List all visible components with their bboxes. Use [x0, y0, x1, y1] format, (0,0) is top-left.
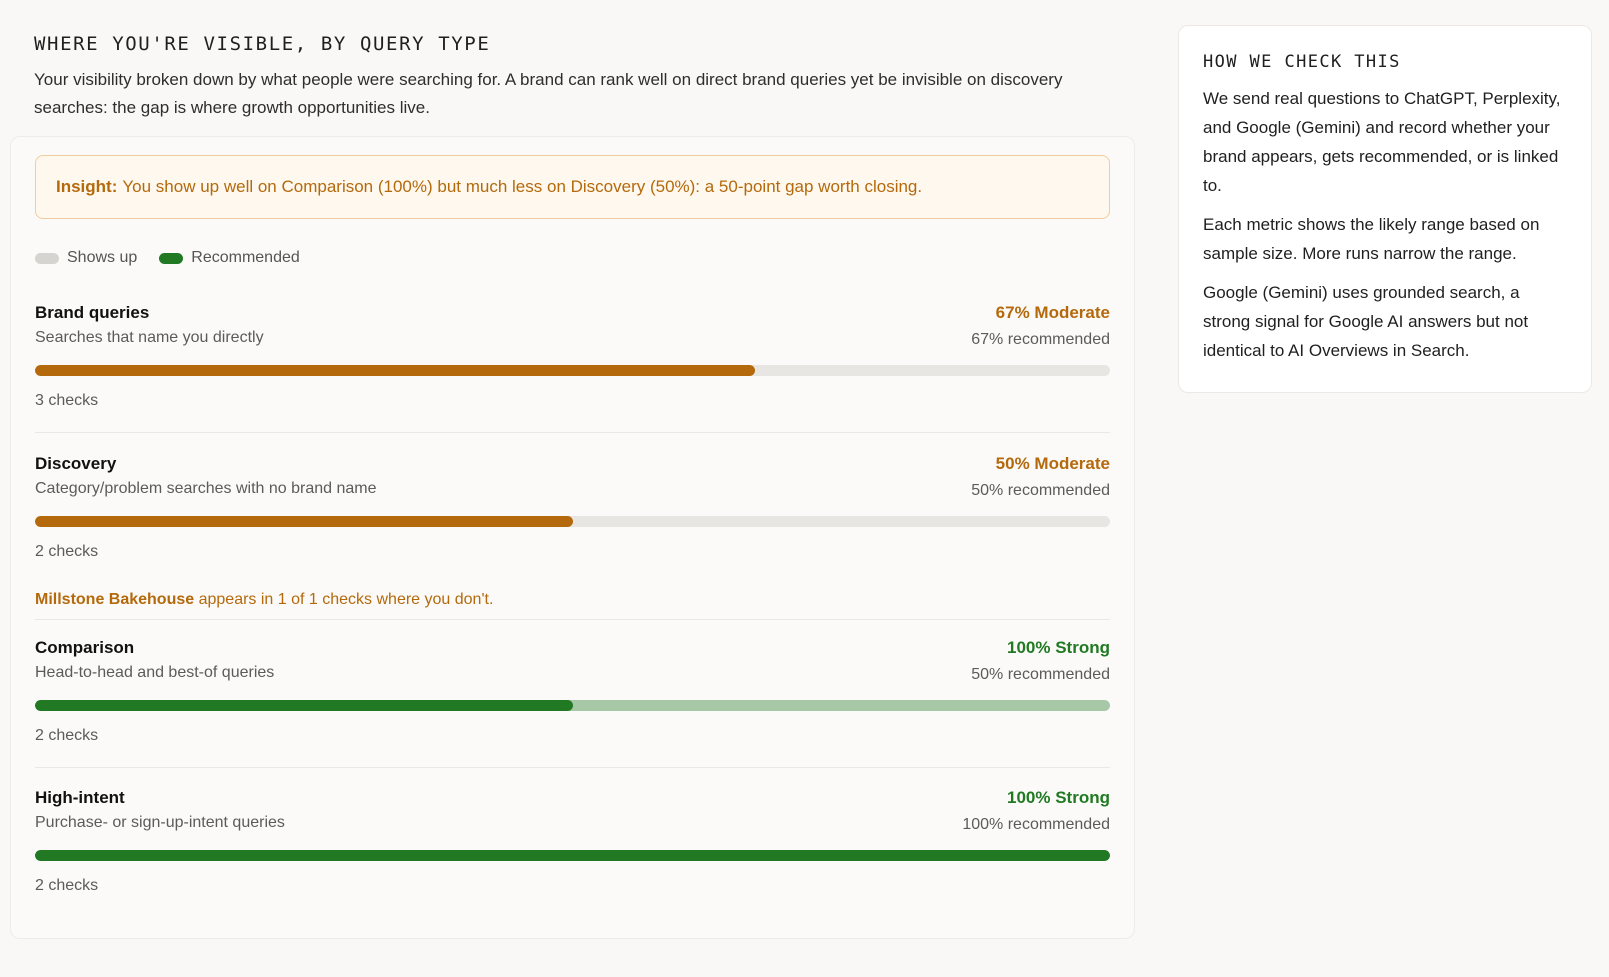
query-name: Discovery: [35, 454, 117, 473]
query-checks: 2 checks: [35, 727, 99, 744]
competitor-note: Millstone Bakehouse appears in 1 of 1 ch…: [35, 591, 493, 609]
query-type-card: Insight: You show up well on Comparison …: [10, 136, 1135, 939]
query-name: High-intent: [35, 788, 125, 807]
divider: [35, 432, 1110, 433]
panel-paragraph: Google (Gemini) uses grounded search, a …: [1203, 283, 1529, 360]
divider: [35, 767, 1110, 768]
competitor-name[interactable]: Millstone Bakehouse: [35, 591, 194, 608]
query-checks: 3 checks: [35, 392, 99, 409]
insight-label: Insight:: [56, 177, 118, 196]
competitor-text: appears in 1 of 1 checks where you don't…: [198, 591, 494, 608]
query-subtitle: Head-to-head and best-of queries: [35, 664, 275, 681]
legend-item-recommended: Recommended: [159, 249, 300, 267]
query-recommended: 50% recommended: [971, 666, 1110, 683]
query-recommended: 100% recommended: [962, 816, 1110, 833]
section-title: WHERE YOU'RE VISIBLE, BY QUERY TYPE: [34, 33, 491, 55]
progress-track: [35, 365, 1110, 376]
query-score: 100% Strong: [1007, 788, 1110, 807]
query-subtitle: Searches that name you directly: [35, 329, 264, 346]
legend-label-shows-up: Shows up: [67, 249, 138, 266]
legend-label-recommended: Recommended: [191, 249, 300, 266]
query-checks: 2 checks: [35, 543, 99, 560]
query-subtitle: Category/problem searches with no brand …: [35, 480, 377, 497]
main-section: WHERE YOU'RE VISIBLE, BY QUERY TYPE Your…: [34, 30, 1109, 122]
legend-swatch-recommended: [159, 252, 184, 264]
legend-item-shows-up: Shows up: [35, 249, 137, 267]
page: WHERE YOU'RE VISIBLE, BY QUERY TYPE Your…: [0, 0, 1609, 977]
progress-track: [35, 516, 1110, 527]
insight-banner: Insight: You show up well on Comparison …: [35, 155, 1110, 219]
query-subtitle: Purchase- or sign-up-intent queries: [35, 814, 285, 831]
divider: [35, 619, 1110, 620]
query-score: 100% Strong: [1007, 638, 1110, 657]
legend-swatch-shows-up: [35, 252, 59, 264]
progress-track: [35, 700, 1110, 711]
progress-fill-recommended: [35, 365, 756, 376]
query-recommended: 50% recommended: [971, 482, 1110, 499]
panel-paragraph: We send real questions to ChatGPT, Perpl…: [1203, 89, 1561, 195]
query-score: 50% Moderate: [995, 454, 1110, 473]
progress-fill-recommended: [35, 516, 573, 527]
query-name: Brand queries: [35, 303, 150, 322]
insight-text: You show up well on Comparison (100%) bu…: [122, 177, 923, 196]
query-name: Comparison: [35, 638, 135, 657]
legend: Shows up Recommended: [35, 249, 322, 267]
query-checks: 2 checks: [35, 877, 99, 894]
progress-fill-recommended: [35, 850, 1110, 861]
how-we-check-panel: HOW WE CHECK THIS We send real questions…: [1178, 25, 1592, 393]
query-recommended: 67% recommended: [971, 331, 1110, 348]
query-score: 67% Moderate: [995, 303, 1110, 322]
progress-track: [35, 850, 1110, 861]
section-description: Your visibility broken down by what peop…: [34, 70, 1063, 117]
progress-fill-recommended: [35, 700, 573, 711]
panel-title: HOW WE CHECK THIS: [1203, 52, 1401, 72]
panel-paragraph: Each metric shows the likely range based…: [1203, 215, 1540, 263]
